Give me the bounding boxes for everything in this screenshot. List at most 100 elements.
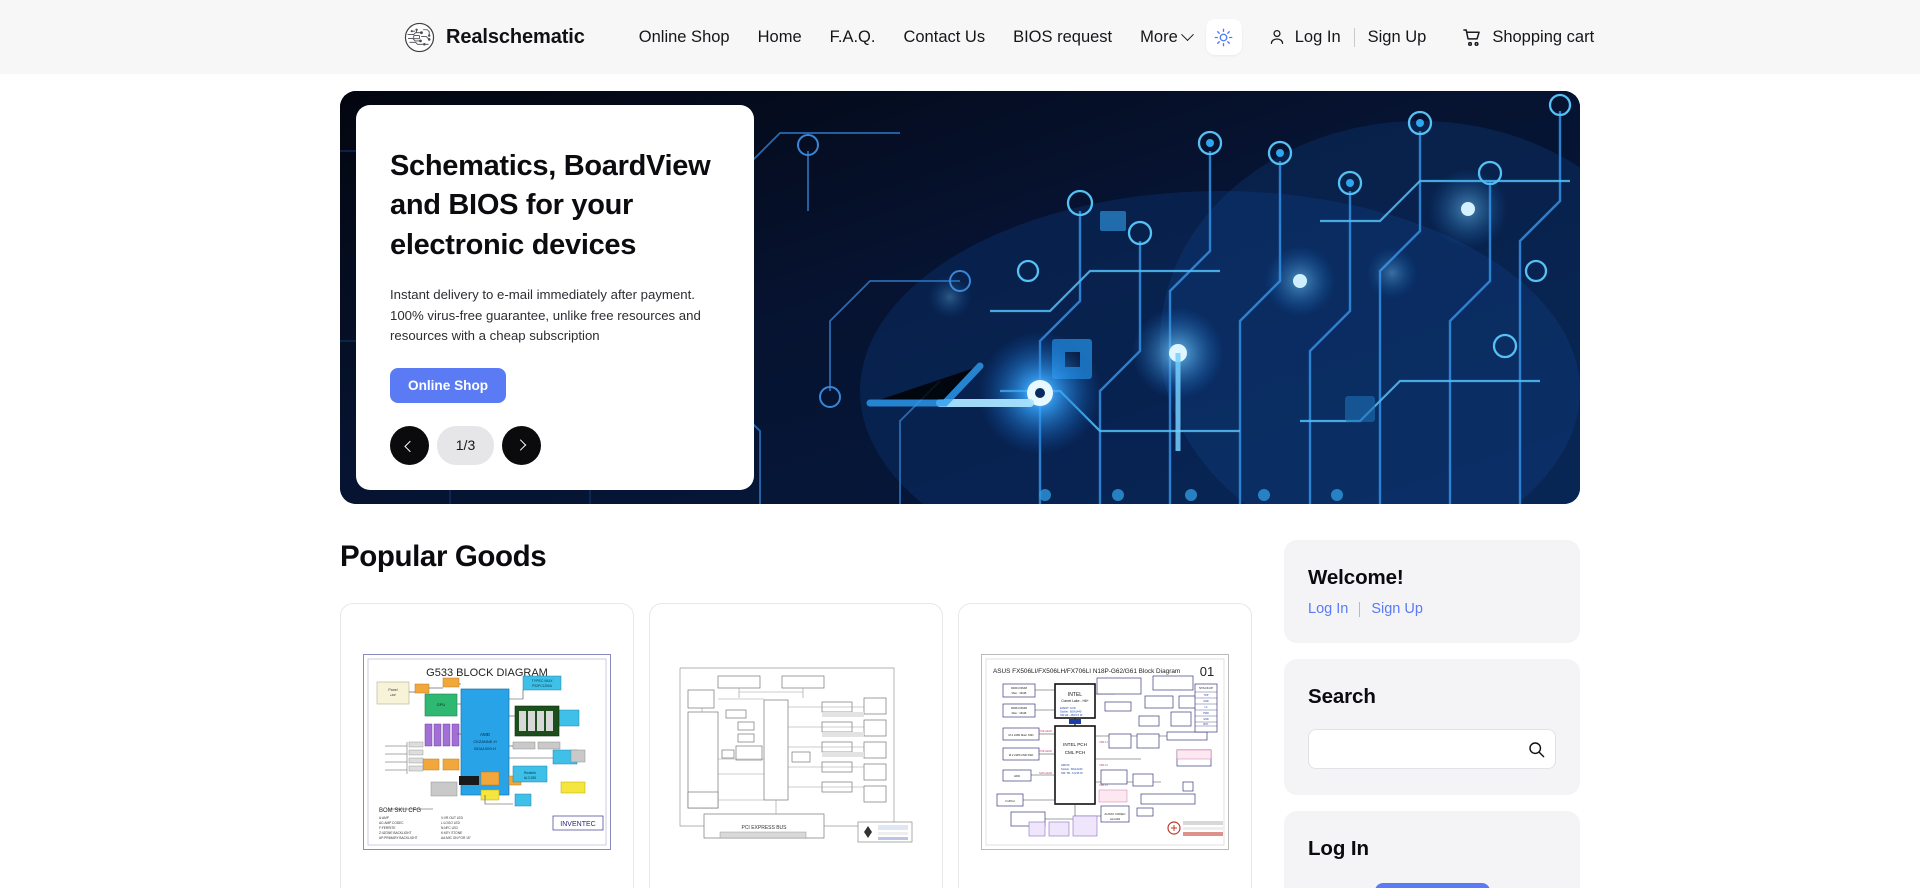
nav-item-online-shop[interactable]: Online Shop: [625, 22, 744, 53]
svg-text:Comet Lake - H6+: Comet Lake - H6+: [1061, 699, 1089, 703]
svg-text:SW: TB - 6.0/15 W: SW: TB - 6.0/15 W: [1061, 771, 1083, 775]
carousel-counter: 1/3: [437, 425, 494, 465]
welcome-auth-links: Log In Sign Up: [1308, 601, 1556, 617]
brand-logo-link[interactable]: Realschematic: [404, 22, 585, 53]
search-field-wrap: [1308, 729, 1556, 769]
shopping-cart-icon: [1463, 28, 1481, 46]
hero-carousel-controls: 1/3: [390, 425, 720, 465]
svg-text:INTEL: INTEL: [1068, 692, 1082, 698]
svg-text:GND: GND: [1203, 718, 1209, 721]
chevron-left-icon: [403, 441, 416, 453]
nav-label: Online Shop: [638, 27, 730, 46]
svg-text:HM470: HM470: [1061, 763, 1070, 767]
nav-label: Home: [757, 27, 802, 46]
svg-text:eDP: eDP: [390, 693, 396, 697]
nav-label: Contact Us: [903, 27, 986, 46]
svg-text:F:FERRITE: F:FERRITE: [379, 826, 395, 830]
carousel-next-button[interactable]: [502, 425, 541, 465]
chevron-down-icon: [1180, 27, 1194, 41]
sidebar-signup-link[interactable]: Sign Up: [1371, 601, 1423, 617]
svg-text:PWR: PWR: [1203, 712, 1209, 715]
nav-item-more[interactable]: More: [1126, 22, 1206, 53]
svg-text:USB 2.0: USB 2.0: [1099, 784, 1109, 787]
hero-title: Schematics, BoardView and BIOS for your …: [390, 150, 711, 261]
svg-text:V:VR OUT LED: V:VR OUT LED: [441, 816, 464, 820]
login-title: Log In: [1308, 837, 1369, 860]
auth-links: Log In Sign Up: [1268, 27, 1427, 47]
svg-text:GND: GND: [1203, 700, 1209, 703]
svg-text:CEZANNE-H: CEZANNE-H: [473, 739, 496, 744]
nav-item-faq[interactable]: F.A.Q.: [816, 22, 890, 53]
thumb-footer-text: PCI EXPRESS BUS: [741, 825, 787, 831]
brand-name: Realschematic: [446, 25, 585, 48]
svg-text:Max : 16GB: Max : 16GB: [1012, 711, 1027, 715]
main-nav: Online Shop Home F.A.Q. Contact Us BIOS …: [625, 22, 1206, 53]
asus-fx506-block-diagram-thumbnail: ASUS FX506LI/FX506LH/FX706LI N18P-G62/G6…: [959, 652, 1251, 852]
svg-text:DDR4 DIMM: DDR4 DIMM: [1011, 686, 1028, 690]
hero-text-card: Schematics, BoardView and BIOS for your …: [356, 105, 754, 490]
svg-text:GPU: GPU: [437, 702, 446, 707]
search-submit-button[interactable]: [1524, 737, 1548, 761]
hero-banner: Schematics, BoardView and BIOS for your …: [340, 91, 1580, 504]
svg-text:Fn/Kbd: Fn/Kbd: [1005, 799, 1014, 803]
svg-text:AP:PRIMARY BACKLIGHT: AP:PRIMARY BACKLIGHT: [379, 836, 418, 840]
search-card: Search: [1284, 659, 1580, 795]
site-header: Realschematic Online Shop Home F.A.Q. Co…: [0, 0, 1920, 74]
svg-text:PCIE GEN3: PCIE GEN3: [1039, 730, 1052, 733]
product-card[interactable]: ASUS FX506LI/FX506LH/FX706LI N18P-G62/G6…: [958, 603, 1252, 888]
svg-text:ALC294: ALC294: [1110, 817, 1121, 821]
svg-text:BGA1009-H: BGA1009-H: [474, 746, 496, 751]
hero-online-shop-button[interactable]: Online Shop: [390, 367, 507, 403]
sidebar-login-button[interactable]: Log In: [1374, 883, 1490, 888]
product-card[interactable]: G533 BLOCK DIAGRAM AMD CEZANNE-H BGA1009…: [340, 603, 634, 888]
chevron-right-icon: [514, 439, 526, 452]
search-input[interactable]: [1308, 729, 1556, 769]
popular-goods-column: Popular Goods G533 BLOCK DIAGRAM AMD CEZ…: [340, 540, 1253, 888]
svg-text:AMD: AMD: [480, 732, 491, 737]
svg-text:Socket : BGA1440: Socket : BGA1440: [1061, 767, 1083, 771]
product-card[interactable]: PCI EXPRESS BUS: [649, 603, 943, 888]
person-icon: [1268, 28, 1286, 46]
svg-text:INTEL PCH: INTEL PCH: [1063, 742, 1087, 747]
svg-text:M.2 2280 Main SSD: M.2 2280 Main SSD: [1008, 733, 1033, 737]
search-icon: [1528, 741, 1544, 757]
header-actions: Log In Sign Up Shopping cart: [1205, 19, 1596, 55]
svg-text:TYPEC MUX: TYPEC MUX: [532, 679, 554, 683]
svg-text:SATA GEN3: SATA GEN3: [1039, 772, 1053, 775]
carousel-prev-button[interactable]: [390, 425, 429, 465]
svg-text:ALC285: ALC285: [524, 776, 536, 780]
svg-text:L:LOGO LED: L:LOGO LED: [441, 821, 461, 825]
svg-text:HDD: HDD: [1014, 774, 1020, 778]
svg-text:Panel: Panel: [388, 688, 397, 692]
nav-item-contact-us[interactable]: Contact Us: [889, 22, 999, 53]
svg-text:STACKUP: STACKUP: [1199, 686, 1213, 690]
svg-text:Z:4ZONE BACKLIGHT: Z:4ZONE BACKLIGHT: [379, 831, 411, 835]
svg-text:N:NFC LED: N:NFC LED: [441, 826, 459, 830]
svg-text:CML PCH: CML PCH: [1065, 750, 1086, 755]
sidebar-login-link[interactable]: Log In: [1308, 601, 1348, 617]
nav-item-bios-request[interactable]: BIOS request: [999, 22, 1126, 53]
nav-label: F.A.Q.: [829, 27, 876, 46]
goods-grid: G533 BLOCK DIAGRAM AMD CEZANNE-H BGA1009…: [340, 603, 1253, 888]
svg-text:AUDIO CODEC: AUDIO CODEC: [1104, 812, 1126, 816]
g533-block-diagram-thumbnail: G533 BLOCK DIAGRAM AMD CEZANNE-H BGA1009…: [341, 652, 633, 852]
welcome-card: Welcome! Log In Sign Up: [1284, 540, 1580, 643]
svg-text:K:KEY STONE: K:KEY STONE: [441, 831, 462, 835]
svg-text:PCIE GEN3: PCIE GEN3: [1039, 750, 1052, 753]
svg-text:Max : 16GB: Max : 16GB: [1012, 691, 1027, 695]
sun-icon: [1214, 28, 1233, 46]
login-card: Log In Log In: [1284, 811, 1580, 888]
cart-label: Shopping cart: [1492, 27, 1595, 46]
shopping-cart-link[interactable]: Shopping cart: [1462, 27, 1594, 48]
svg-text:DDR4 DIMM: DDR4 DIMM: [1011, 706, 1028, 710]
svg-text:USB 2.0: USB 2.0: [1099, 764, 1109, 767]
nav-item-home[interactable]: Home: [744, 22, 816, 53]
thumb-title-text: ASUS FX506LI/FX506LH/FX706LI N18P-G62/G6…: [993, 668, 1180, 675]
header-signup-link[interactable]: Sign Up: [1368, 28, 1427, 47]
svg-text:M.2 2280 2ND SSD: M.2 2280 2ND SSD: [1009, 753, 1034, 757]
thumb-brand-text: INVENTEC: [560, 821, 595, 828]
svg-text:AA:MIC ON FOR 15": AA:MIC ON FOR 15": [441, 836, 471, 840]
svg-text:EVENT: COD: EVENT: COD: [1060, 706, 1076, 710]
header-login-link[interactable]: Log In: [1295, 28, 1341, 47]
theme-toggle-button[interactable]: [1205, 19, 1242, 55]
